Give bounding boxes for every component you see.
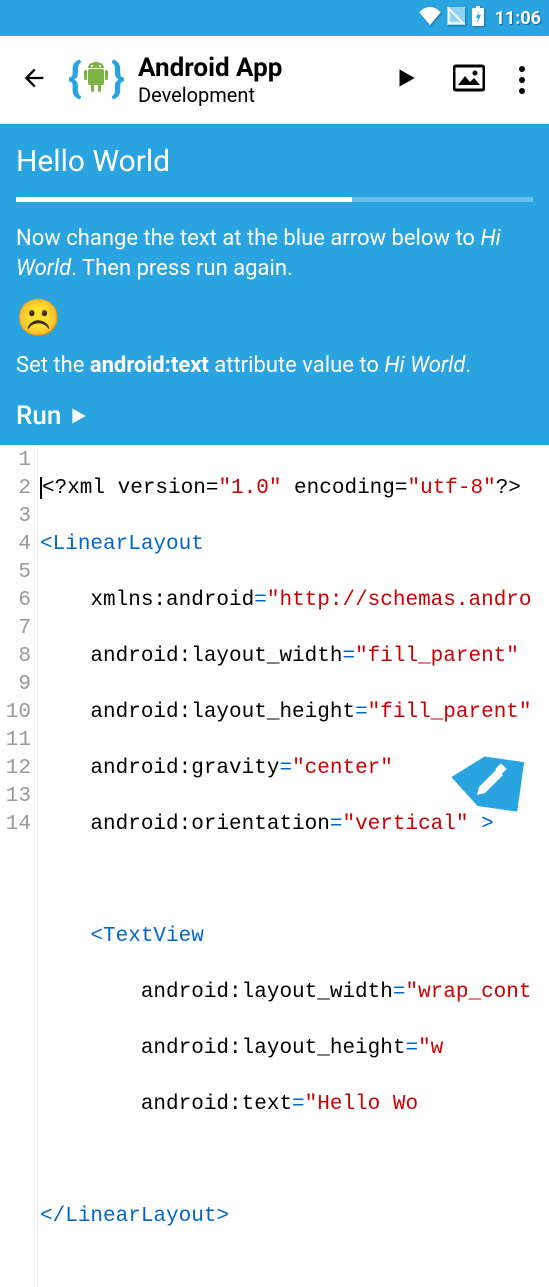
status-bar: 11:06 — [0, 0, 549, 36]
lesson-instruction-1: Now change the text at the blue arrow be… — [16, 224, 533, 283]
wifi-icon — [419, 7, 441, 30]
lesson-instruction-2: Set the android:text attribute value to … — [16, 351, 533, 381]
app-logo-icon: { } — [66, 52, 128, 108]
play-icon — [69, 406, 89, 426]
frown-emoji-icon: ☹️ — [16, 297, 533, 339]
svg-text:}: } — [111, 54, 125, 103]
image-button[interactable] — [441, 56, 497, 104]
code-content[interactable]: <?xml version="1.0" encoding="utf-8"?> <… — [38, 445, 549, 1287]
run-link[interactable]: Run — [16, 395, 533, 431]
back-button[interactable] — [12, 56, 56, 104]
app-title-block: Android App Development — [138, 53, 371, 107]
code-editor[interactable]: 1234567891011121314 <?xml version="1.0" … — [0, 445, 549, 1287]
overflow-menu-button[interactable] — [507, 58, 537, 102]
battery-icon — [471, 6, 485, 31]
line-gutter: 1234567891011121314 — [0, 445, 38, 1287]
progress-fill — [16, 197, 352, 202]
run-button[interactable] — [381, 57, 431, 103]
lesson-panel: Hello World Now change the text at the b… — [0, 124, 549, 445]
lesson-title: Hello World — [16, 144, 533, 179]
app-title: Android App — [138, 53, 371, 83]
edit-fab-button[interactable] — [441, 737, 531, 827]
clock: 11:06 — [495, 8, 541, 29]
run-label: Run — [16, 401, 61, 431]
progress-bar — [16, 197, 533, 202]
app-toolbar: { } Android App Development — [0, 36, 549, 124]
svg-text:{: { — [68, 54, 82, 103]
app-subtitle: Development — [138, 83, 371, 107]
signal-icon — [447, 7, 465, 30]
